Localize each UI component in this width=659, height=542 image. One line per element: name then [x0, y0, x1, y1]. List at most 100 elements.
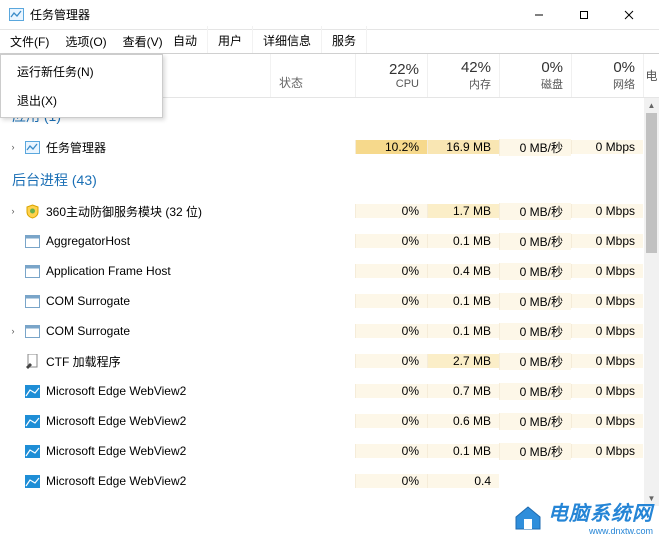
disk-cell: 0 MB/秒	[499, 139, 571, 156]
col-status-label: 状态	[279, 74, 303, 91]
table-row[interactable]: Microsoft Edge WebView2 0%0.7 MB0 MB/秒0 M…	[0, 376, 659, 406]
expand-icon[interactable]: ›	[8, 206, 18, 216]
cpu-cell: 0%	[355, 294, 427, 308]
table-row[interactable]: COM Surrogate 0%0.1 MB0 MB/秒0 Mbps	[0, 286, 659, 316]
cpu-cell: 0%	[355, 234, 427, 248]
process-name: Microsoft Edge WebView2	[46, 444, 186, 458]
table-row[interactable]: › COM Surrogate 0%0.1 MB0 MB/秒0 Mbps	[0, 316, 659, 346]
col-disk[interactable]: 0% 磁盘	[499, 54, 571, 97]
memory-cell: 0.7 MB	[427, 384, 499, 398]
task-icon	[24, 139, 40, 155]
process-name: CTF 加载程序	[46, 353, 121, 370]
scroll-thumb[interactable]	[646, 113, 657, 253]
process-name: Microsoft Edge WebView2	[46, 384, 186, 398]
app-icon	[24, 233, 40, 249]
edge-icon	[24, 473, 40, 489]
scrollbar[interactable]: ▲ ▼	[644, 98, 659, 506]
col-extra[interactable]: 电	[643, 54, 659, 97]
disk-cell: 0 MB/秒	[499, 323, 571, 340]
cpu-cell: 10.2%	[355, 140, 427, 154]
cpu-cell: 0%	[355, 384, 427, 398]
network-cell: 0 Mbps	[571, 354, 643, 368]
cpu-cell: 0%	[355, 324, 427, 338]
watermark-url: www.dnxtw.com	[548, 526, 653, 536]
watermark-text: 电脑系统网	[548, 497, 653, 526]
tabs: 自动 用户 详细信息 服务	[0, 26, 659, 54]
net-label: 网络	[580, 76, 635, 92]
table-row[interactable]: AggregatorHost0%0.1 MB0 MB/秒0 Mbps	[0, 226, 659, 256]
memory-cell: 0.6 MB	[427, 414, 499, 428]
process-name: COM Surrogate	[46, 324, 130, 338]
app-icon	[24, 263, 40, 279]
table-row[interactable]: Microsoft Edge WebView20%0.1 MB0 MB/秒0 M…	[0, 436, 659, 466]
disk-cell: 0 MB/秒	[499, 293, 571, 310]
table-row[interactable]: Application Frame Host0%0.4 MB0 MB/秒0 Mb…	[0, 256, 659, 286]
disk-label: 磁盘	[508, 76, 563, 92]
network-cell: 0 Mbps	[571, 204, 643, 218]
process-name: Microsoft Edge WebView2	[46, 414, 186, 428]
network-cell: 0 Mbps	[571, 384, 643, 398]
col-status[interactable]: 状态	[270, 54, 355, 97]
memory-cell: 0.4	[427, 474, 499, 488]
pen-icon	[24, 353, 40, 369]
memory-cell: 16.9 MB	[427, 140, 499, 154]
mem-usage-pct: 42%	[436, 59, 491, 76]
menu-exit[interactable]: 退出(X)	[3, 86, 160, 115]
edge-icon	[24, 383, 40, 399]
process-list: 应用 (1)›任务管理器10.2%16.9 MB0 MB/秒0 Mbps后台进程…	[0, 98, 659, 506]
file-dropdown: 运行新任务(N) 退出(X)	[0, 54, 163, 118]
edge-icon	[24, 443, 40, 459]
cpu-label: CPU	[364, 78, 419, 90]
memory-cell: 0.4 MB	[427, 264, 499, 278]
process-name: 任务管理器	[46, 139, 106, 156]
net-usage-pct: 0%	[580, 59, 635, 76]
network-cell: 0 Mbps	[571, 140, 643, 154]
mem-label: 内存	[436, 76, 491, 92]
expand-icon[interactable]: ›	[8, 142, 18, 152]
cpu-usage-pct: 22%	[364, 61, 419, 78]
table-row[interactable]: ›360主动防御服务模块 (32 位)0%1.7 MB0 MB/秒0 Mbps	[0, 196, 659, 226]
disk-cell: 0 MB/秒	[499, 203, 571, 220]
app-icon	[8, 7, 24, 23]
table-row[interactable]: Microsoft Edge WebView20%0.6 MB0 MB/秒0 M…	[0, 406, 659, 436]
watermark-logo-icon	[512, 503, 544, 531]
memory-cell: 2.7 MB	[427, 354, 499, 368]
network-cell: 0 Mbps	[571, 444, 643, 458]
process-name: AggregatorHost	[46, 234, 130, 248]
disk-cell: 0 MB/秒	[499, 413, 571, 430]
network-cell: 0 Mbps	[571, 294, 643, 308]
tab-users[interactable]: 用户	[208, 26, 253, 53]
col-network[interactable]: 0% 网络	[571, 54, 643, 97]
scroll-track[interactable]	[644, 113, 659, 491]
disk-cell: 0 MB/秒	[499, 383, 571, 400]
tab-services[interactable]: 服务	[322, 26, 367, 53]
tab-startup[interactable]: 自动	[163, 26, 208, 53]
disk-cell: 0 MB/秒	[499, 263, 571, 280]
col-memory[interactable]: 42% 内存	[427, 54, 499, 97]
tab-details[interactable]: 详细信息	[253, 26, 322, 53]
window-title: 任务管理器	[30, 6, 516, 23]
app-icon	[24, 293, 40, 309]
cpu-cell: 0%	[355, 474, 427, 488]
disk-usage-pct: 0%	[508, 59, 563, 76]
memory-cell: 0.1 MB	[427, 444, 499, 458]
memory-cell: 0.1 MB	[427, 234, 499, 248]
process-name: COM Surrogate	[46, 294, 130, 308]
menu-run-new-task[interactable]: 运行新任务(N)	[3, 57, 160, 86]
expand-icon[interactable]: ›	[8, 326, 18, 336]
network-cell: 0 Mbps	[571, 324, 643, 338]
scroll-up-icon[interactable]: ▲	[644, 98, 659, 113]
table-row[interactable]: Microsoft Edge WebView20%0.4	[0, 466, 659, 496]
memory-cell: 0.1 MB	[427, 324, 499, 338]
shield-icon	[24, 203, 40, 219]
table-row[interactable]: CTF 加载程序0%2.7 MB0 MB/秒0 Mbps	[0, 346, 659, 376]
group-background[interactable]: 后台进程 (43)	[0, 162, 659, 196]
watermark: 电脑系统网 www.dnxtw.com	[512, 497, 653, 536]
memory-cell: 0.1 MB	[427, 294, 499, 308]
col-cpu[interactable]: 22% CPU	[355, 54, 427, 97]
cpu-cell: 0%	[355, 444, 427, 458]
memory-cell: 1.7 MB	[427, 204, 499, 218]
cpu-cell: 0%	[355, 264, 427, 278]
table-row[interactable]: › 任务管理器 10.2%16.9 MB0 MB/秒0 Mbps	[0, 132, 659, 162]
network-cell: 0 Mbps	[571, 414, 643, 428]
